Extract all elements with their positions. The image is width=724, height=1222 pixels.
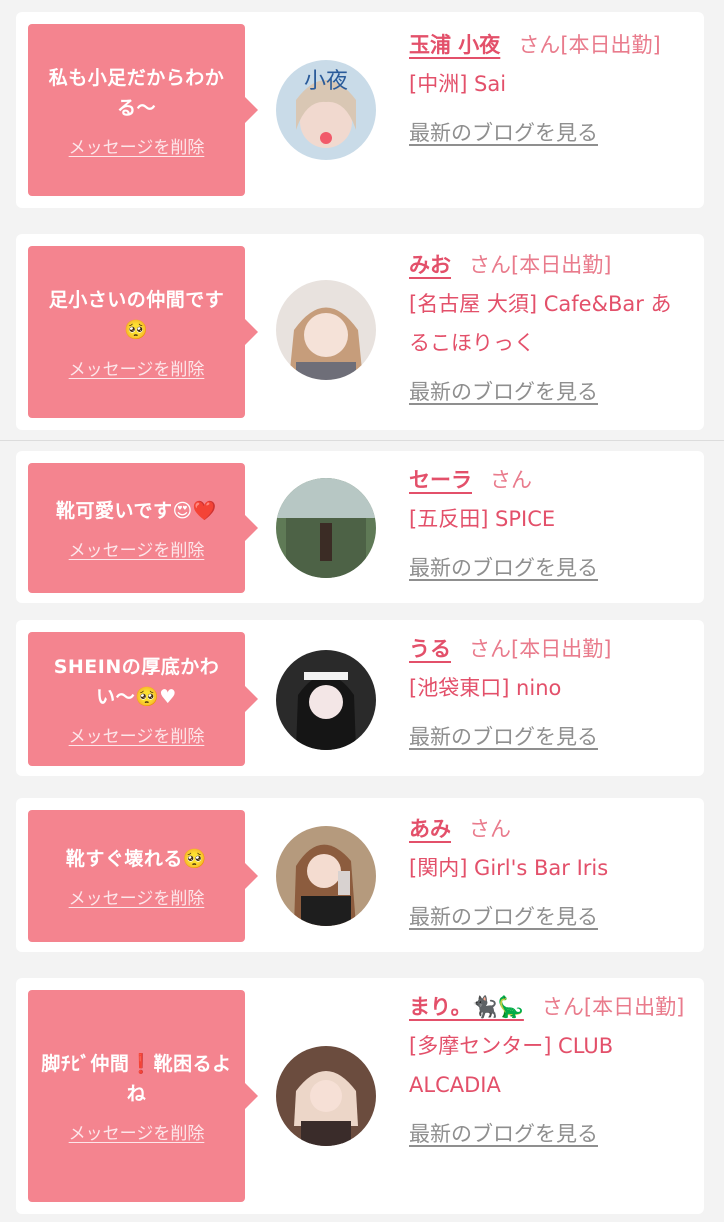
avatar[interactable]: 小夜 <box>276 60 376 160</box>
cast-info: 玉浦 小夜 さん[本日出勤] [中洲] Sai 最新のブログを見る <box>409 26 691 153</box>
profile-photo-icon <box>276 650 376 750</box>
cast-name-link[interactable]: 玉浦 小夜 <box>409 33 500 57</box>
avatar[interactable] <box>276 826 376 926</box>
avatar[interactable] <box>276 478 376 578</box>
message-bubble: 靴可愛いです😍❤️ メッセージを削除 <box>28 463 258 593</box>
honorific: さん <box>469 637 511 661</box>
profile-photo-icon: 小夜 <box>276 60 376 160</box>
shop-name: [関内] Girl's Bar Iris <box>409 856 609 880</box>
cast-info: セーラ さん [五反田] SPICE 最新のブログを見る <box>409 461 691 588</box>
delete-message-link[interactable]: メッセージを削除 <box>69 355 205 380</box>
honorific: さん <box>469 253 511 277</box>
message-bubble: 私も小足だからわかる〜 メッセージを削除 <box>28 24 258 196</box>
delete-message-link[interactable]: メッセージを削除 <box>69 722 205 747</box>
work-status: [本日出勤] <box>583 995 685 1019</box>
message-card: 私も小足だからわかる〜 メッセージを削除 小夜 玉浦 小夜 さん[本日出勤] [中… <box>16 12 704 208</box>
message-text: 脚ﾁﾋﾞ仲間❗️靴困るよね <box>41 1052 232 1105</box>
avatar-overlay-text: 小夜 <box>304 69 348 94</box>
profile-photo-icon <box>276 826 376 926</box>
avatar[interactable] <box>276 1046 376 1146</box>
shop-name: [名古屋 大須] Cafe&Bar あるこほりっく <box>409 292 672 355</box>
shop-name: [五反田] SPICE <box>409 507 556 531</box>
cast-info: みお さん[本日出勤] [名古屋 大須] Cafe&Bar あるこほりっく 最新の… <box>409 246 691 412</box>
shop-name: [多摩センター] CLUB ALCADIA <box>409 1034 614 1097</box>
latest-blog-link[interactable]: 最新のブログを見る <box>409 718 598 757</box>
cast-name-link[interactable]: セーラ <box>409 468 472 492</box>
message-card: SHEINの厚底かわい〜🥺♥ メッセージを削除 うる さん[本日出勤] [池袋東口… <box>16 620 704 776</box>
avatar[interactable] <box>276 650 376 750</box>
cast-info: うる さん[本日出勤] [池袋東口] nino 最新のブログを見る <box>409 630 691 757</box>
cast-info: まり。🐈‍⬛🦕 さん[本日出勤] [多摩センター] CLUB ALCADIA 最新… <box>409 988 691 1154</box>
shop-name: [中洲] Sai <box>409 72 507 96</box>
message-text: 足小さいの仲間です🥺 <box>48 288 225 341</box>
delete-message-link[interactable]: メッセージを削除 <box>69 884 205 909</box>
profile-photo-icon <box>276 478 376 578</box>
message-bubble: 靴すぐ壊れる🥺 メッセージを削除 <box>28 810 258 942</box>
honorific: さん <box>541 995 584 1019</box>
honorific: さん <box>518 33 561 57</box>
profile-photo-icon <box>276 1046 376 1146</box>
latest-blog-link[interactable]: 最新のブログを見る <box>409 549 598 588</box>
message-text: 靴すぐ壊れる🥺 <box>65 847 208 870</box>
latest-blog-link[interactable]: 最新のブログを見る <box>409 114 598 153</box>
message-card: 靴すぐ壊れる🥺 メッセージを削除 あみ さん [関内] Girl's Bar Ir… <box>16 798 704 952</box>
honorific: さん <box>490 468 532 492</box>
cast-name-link[interactable]: あみ <box>409 817 451 841</box>
delete-message-link[interactable]: メッセージを削除 <box>69 536 205 561</box>
message-bubble: 足小さいの仲間です🥺 メッセージを削除 <box>28 246 258 418</box>
message-card: 靴可愛いです😍❤️ メッセージを削除 セーラ さん [五反田] SPICE 最新の… <box>16 451 704 603</box>
delete-message-link[interactable]: メッセージを削除 <box>69 1119 205 1144</box>
latest-blog-link[interactable]: 最新のブログを見る <box>409 898 598 937</box>
work-status: [本日出勤] <box>560 33 661 57</box>
section-divider <box>0 440 724 441</box>
cast-name-link[interactable]: みお <box>409 253 451 277</box>
avatar[interactable] <box>276 280 376 380</box>
message-text: SHEINの厚底かわい〜🥺♥ <box>53 655 220 708</box>
shop-name: [池袋東口] nino <box>409 676 562 700</box>
message-card: 足小さいの仲間です🥺 メッセージを削除 みお さん[本日出勤] [名古屋 大須] … <box>16 234 704 430</box>
message-text: 靴可愛いです😍❤️ <box>56 499 217 522</box>
profile-photo-icon <box>276 280 376 380</box>
work-status: [本日出勤] <box>511 637 612 661</box>
cast-info: あみ さん [関内] Girl's Bar Iris 最新のブログを見る <box>409 810 691 937</box>
message-bubble: 脚ﾁﾋﾞ仲間❗️靴困るよね メッセージを削除 <box>28 990 258 1202</box>
latest-blog-link[interactable]: 最新のブログを見る <box>409 1115 598 1154</box>
honorific: さん <box>469 817 511 841</box>
delete-message-link[interactable]: メッセージを削除 <box>69 133 205 158</box>
message-bubble: SHEINの厚底かわい〜🥺♥ メッセージを削除 <box>28 632 258 766</box>
work-status: [本日出勤] <box>511 253 612 277</box>
cast-name-link[interactable]: うる <box>409 637 451 661</box>
message-text: 私も小足だからわかる〜 <box>48 66 225 119</box>
cast-name-link[interactable]: まり。🐈‍⬛🦕 <box>409 995 524 1019</box>
message-card: 脚ﾁﾋﾞ仲間❗️靴困るよね メッセージを削除 まり。🐈‍⬛🦕 さん[本日出勤] [… <box>16 978 704 1214</box>
latest-blog-link[interactable]: 最新のブログを見る <box>409 373 598 412</box>
